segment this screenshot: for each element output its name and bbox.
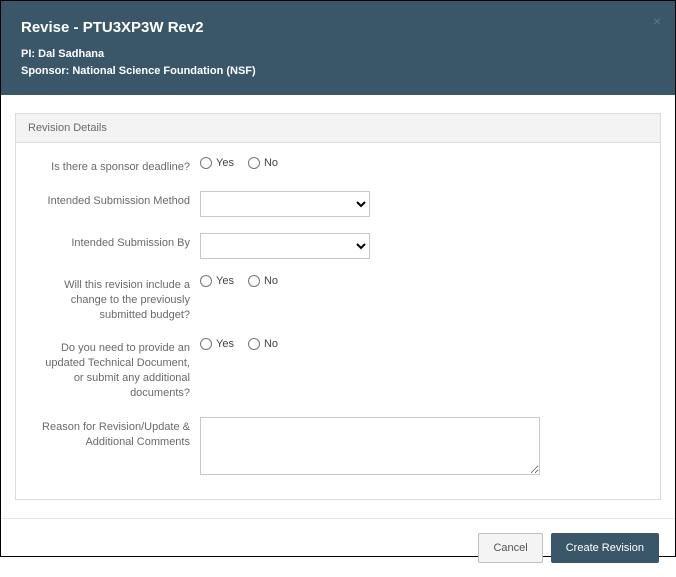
radio-no-label: No [264,157,278,169]
sponsor-deadline-yes-radio[interactable] [200,157,212,169]
modal-subtitle: PI: Dal Sadhana Sponsor: National Scienc… [21,46,655,79]
sponsor-deadline-no-radio[interactable] [248,157,260,169]
row-tech-doc: Do you need to provide an updated Techni… [40,338,636,400]
radio-no-label: No [264,275,278,287]
budget-change-group: Yes No [200,275,636,287]
submission-method-select[interactable] [200,191,370,217]
reason-label: Reason for Revision/Update & Additional … [40,417,200,450]
pi-name: Dal Sadhana [38,48,104,60]
tech-doc-yes-radio[interactable] [200,338,212,350]
cancel-button[interactable]: Cancel [478,533,542,563]
panel-body: Is there a sponsor deadline? Yes No Int [16,143,660,499]
tech-doc-no-radio[interactable] [248,338,260,350]
modal-header: Revise - PTU3XP3W Rev2 PI: Dal Sadhana S… [1,1,675,95]
modal-title: Revise - PTU3XP3W Rev2 [21,19,655,36]
sponsor-label: Sponsor: [21,65,69,77]
tech-doc-group: Yes No [200,338,636,350]
submission-method-label: Intended Submission Method [40,191,200,209]
revise-modal: Revise - PTU3XP3W Rev2 PI: Dal Sadhana S… [0,0,676,557]
sponsor-deadline-label: Is there a sponsor deadline? [40,157,200,175]
row-submission-method: Intended Submission Method [40,191,636,217]
budget-change-no-option[interactable]: No [248,275,278,287]
radio-no-label: No [264,338,278,350]
panel-title: Revision Details [16,114,660,143]
sponsor-deadline-no-option[interactable]: No [248,157,278,169]
modal-footer: Cancel Create Revision [1,518,675,577]
row-budget-change: Will this revision include a change to t… [40,275,636,323]
create-revision-button[interactable]: Create Revision [551,533,659,563]
radio-yes-label: Yes [216,275,234,287]
tech-doc-no-option[interactable]: No [248,338,278,350]
reason-control [200,417,636,475]
close-icon[interactable]: × [653,13,661,29]
pi-label: PI: [21,48,35,60]
tech-doc-label: Do you need to provide an updated Techni… [40,338,200,400]
row-submission-by: Intended Submission By [40,233,636,259]
budget-change-yes-radio[interactable] [200,275,212,287]
radio-yes-label: Yes [216,157,234,169]
reason-textarea[interactable] [200,417,540,475]
budget-change-yes-option[interactable]: Yes [200,275,234,287]
tech-doc-yes-option[interactable]: Yes [200,338,234,350]
submission-by-control [200,233,636,259]
sponsor-deadline-group: Yes No [200,157,636,169]
modal-body: Revision Details Is there a sponsor dead… [1,95,675,518]
sponsor-name: National Science Foundation (NSF) [72,65,255,77]
submission-by-select[interactable] [200,233,370,259]
row-reason: Reason for Revision/Update & Additional … [40,417,636,475]
budget-change-no-radio[interactable] [248,275,260,287]
sponsor-deadline-yes-option[interactable]: Yes [200,157,234,169]
submission-by-label: Intended Submission By [40,233,200,251]
submission-method-control [200,191,636,217]
row-sponsor-deadline: Is there a sponsor deadline? Yes No [40,157,636,175]
budget-change-label: Will this revision include a change to t… [40,275,200,323]
revision-details-panel: Revision Details Is there a sponsor dead… [15,113,661,500]
radio-yes-label: Yes [216,338,234,350]
